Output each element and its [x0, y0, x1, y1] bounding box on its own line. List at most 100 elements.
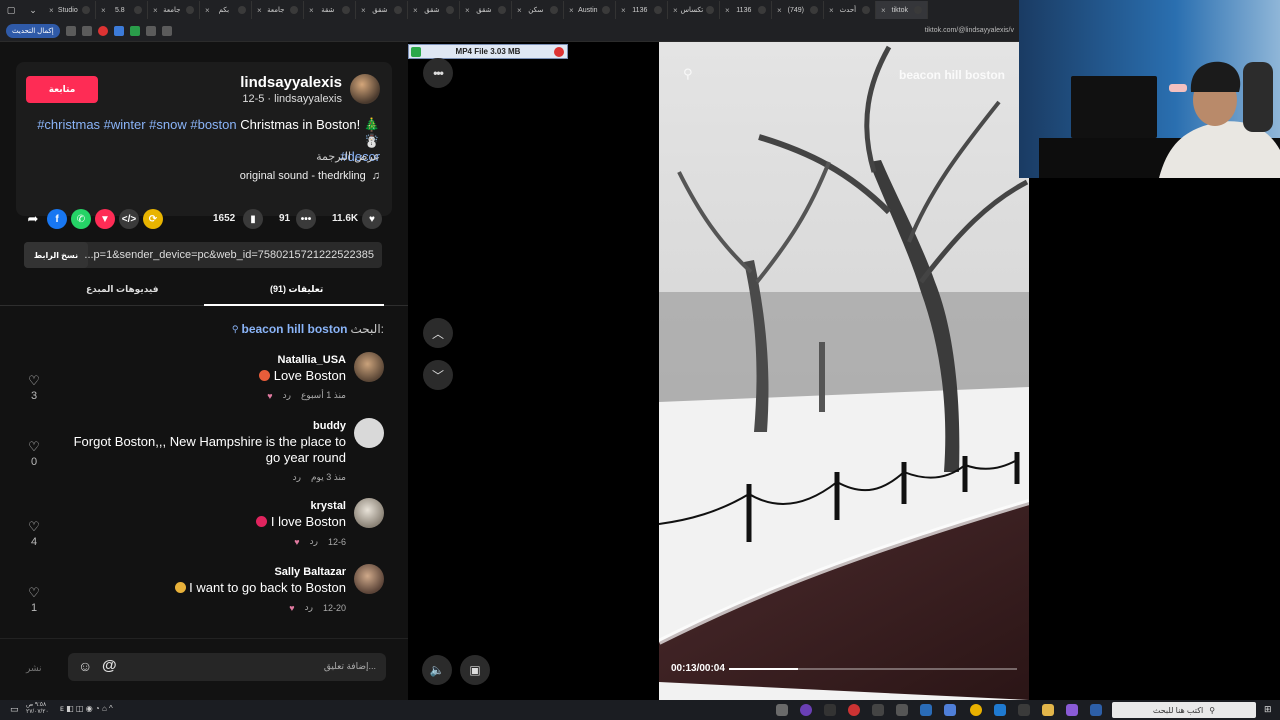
comment-input[interactable]: ☺ @ إضافة تعليق... [68, 653, 386, 681]
tab-search-icon[interactable]: ⌄ [22, 5, 44, 16]
next-video-icon[interactable]: ﹀ [423, 360, 453, 390]
extension-red-icon[interactable] [97, 25, 108, 36]
settings-app-icon[interactable] [896, 704, 908, 716]
puzzle-icon[interactable] [145, 25, 156, 36]
related-search[interactable]: ⚲ beacon hill boston البحث: [232, 322, 384, 336]
comment-like[interactable]: ♡ 3 [26, 372, 42, 402]
browser-tab[interactable]: × تكساس [668, 1, 720, 19]
commenter-avatar[interactable] [354, 564, 384, 594]
browser-tab[interactable]: × بكم [200, 1, 252, 19]
close-tab-icon[interactable]: × [517, 6, 522, 15]
close-tab-icon[interactable]: × [153, 6, 158, 15]
share-icon[interactable]: ➦ [23, 209, 43, 229]
close-tab-icon[interactable]: × [309, 6, 314, 15]
comment-like[interactable]: ♡ 1 [26, 584, 42, 614]
reply-button[interactable]: رد [293, 472, 301, 483]
related-search-query[interactable]: beacon hill boston [242, 322, 348, 336]
author-username[interactable]: lindsayyalexis [240, 74, 342, 91]
close-tab-icon[interactable]: × [49, 6, 54, 15]
close-tab-icon[interactable]: × [101, 6, 106, 15]
extension-icon[interactable] [81, 25, 92, 36]
system-clock[interactable]: ٩:٥٨ ص ٢٧/٠٧/٢٠ [26, 702, 49, 716]
start-icon[interactable]: ⊞ [1264, 704, 1272, 715]
close-download-icon[interactable] [554, 47, 564, 57]
app-icon[interactable] [776, 704, 788, 716]
comment-like[interactable]: ♡ 4 [26, 518, 42, 548]
browser-tab[interactable]: × (749) [772, 1, 824, 19]
browser-tab[interactable]: × Austin [564, 1, 616, 19]
settings-icon[interactable] [65, 25, 76, 36]
browser-tab[interactable]: × شقة [304, 1, 356, 19]
commenter-name[interactable]: krystal [311, 500, 346, 512]
commenter-name[interactable]: buddy [313, 420, 346, 432]
sound-link[interactable]: original sound - thedrkling ♫ [240, 170, 380, 182]
like-icon[interactable]: ♥ [362, 209, 382, 229]
caption-tags[interactable]: #christmas #winter #snow #boston [37, 117, 236, 132]
close-tab-icon[interactable]: × [361, 6, 366, 15]
post-comment-button[interactable]: نشر [26, 663, 42, 674]
video-progress-bar[interactable] [729, 668, 1017, 670]
picture-in-picture-icon[interactable]: ▣ [460, 655, 490, 685]
browser-tab[interactable]: × شقق [408, 1, 460, 19]
commenter-avatar[interactable] [354, 418, 384, 448]
app-icon[interactable] [872, 704, 884, 716]
edge-icon[interactable] [994, 704, 1006, 716]
commenter-avatar[interactable] [354, 352, 384, 382]
close-tab-icon[interactable]: × [725, 6, 730, 15]
taskbar-search[interactable]: اكتب هنا للبحث ⚲ [1112, 702, 1256, 718]
repost-icon[interactable]: ⟳ [143, 209, 163, 229]
app-icon[interactable] [824, 704, 836, 716]
video-search-overlay[interactable]: beacon hill boston [899, 68, 1005, 82]
share-url[interactable]: ...p=1&sender_device=pc&web_id=758021572… [84, 249, 374, 261]
close-tab-icon[interactable]: × [205, 6, 210, 15]
video-player[interactable]: ⚲ beacon hill boston 00:13/00:04 [659, 42, 1029, 700]
facebook-icon[interactable]: f [47, 209, 67, 229]
close-tab-icon[interactable]: × [621, 6, 626, 15]
heart-outline-icon[interactable]: ♡ [28, 439, 40, 454]
chrome-icon[interactable] [970, 704, 982, 716]
close-tab-icon[interactable]: × [465, 6, 470, 15]
battery-icon[interactable]: ▭ [10, 704, 19, 715]
tray-icons[interactable]: ᴇ ◧ ◫ ◉ ◔ ⌂ ^ [60, 704, 113, 713]
browser-tab[interactable]: × 1136 [616, 1, 668, 19]
whatsapp-icon[interactable]: ✆ [71, 209, 91, 229]
star-icon[interactable] [161, 25, 172, 36]
address-bar[interactable]: tiktok.com/@lindsayyalexis/v [925, 27, 1014, 34]
heart-outline-icon[interactable]: ♡ [28, 519, 40, 534]
reply-button[interactable]: رد [305, 602, 313, 613]
follow-button[interactable]: متابعة [26, 76, 98, 103]
copy-link-button[interactable]: نسخ الرابط [24, 242, 88, 268]
close-tab-icon[interactable]: × [829, 6, 834, 15]
close-tab-icon[interactable]: × [881, 6, 886, 15]
author-avatar[interactable] [350, 74, 380, 104]
app-icon[interactable] [944, 704, 956, 716]
browser-tab[interactable]: × سكن [512, 1, 564, 19]
app-icon[interactable] [800, 704, 812, 716]
close-tab-icon[interactable]: × [413, 6, 418, 15]
browser-tab[interactable]: × شقق [356, 1, 408, 19]
reply-button[interactable]: رد [310, 536, 318, 547]
browser-tab[interactable]: × جامعة [148, 1, 200, 19]
file-explorer-icon[interactable] [1042, 704, 1054, 716]
previous-video-icon[interactable]: ︿ [423, 318, 453, 348]
app-icon[interactable] [1066, 704, 1078, 716]
close-tab-icon[interactable]: × [673, 6, 678, 15]
see-translation-link[interactable]: عرض الترجمة [316, 150, 380, 163]
browser-tab[interactable]: × Studio [44, 1, 96, 19]
browser-tab[interactable]: × أحدث [824, 1, 876, 19]
heart-outline-icon[interactable]: ♡ [28, 373, 40, 388]
commenter-name[interactable]: Natallia_USA [278, 354, 346, 366]
extension-blue-icon[interactable] [113, 25, 124, 36]
volume-icon[interactable]: 🔈 [422, 655, 452, 685]
search-icon[interactable]: ⚲ [683, 66, 693, 82]
browser-tab[interactable]: × شقق [460, 1, 512, 19]
reply-button[interactable]: رد [283, 390, 291, 401]
commenter-name[interactable]: Sally Baltazar [274, 566, 346, 578]
close-tab-icon[interactable]: × [569, 6, 574, 15]
browser-tab[interactable]: × tiktok [876, 1, 928, 19]
more-options-icon[interactable]: ••• [423, 58, 453, 88]
extension-green-icon[interactable] [129, 25, 140, 36]
tab-creator-videos[interactable]: فيديوهات المبدع [86, 284, 158, 295]
browser-tab[interactable]: × 5.8 [96, 1, 148, 19]
commenter-avatar[interactable] [354, 498, 384, 528]
